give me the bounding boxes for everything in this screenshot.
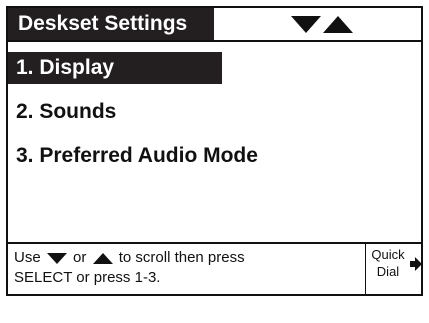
hint-or-text: or xyxy=(73,249,87,266)
settings-screen: Deskset Settings 1. Display 2. Sounds 3.… xyxy=(6,6,423,296)
hint-select-text: SELECT or press 1-3. xyxy=(14,269,161,286)
up-arrow-icon xyxy=(323,15,353,33)
softkey-divider xyxy=(365,244,366,296)
quick-dial-softkey[interactable]: Quick Dial xyxy=(368,246,408,292)
hint-scroll-text: to scroll then press xyxy=(118,249,245,266)
menu-item-preferred-audio-mode[interactable]: 3. Preferred Audio Mode xyxy=(8,140,258,172)
hint-bar: Use or to scroll then press SELECT or pr… xyxy=(8,242,422,296)
softkey-label-line2: Dial xyxy=(376,264,400,279)
hint-text: Use or to scroll then press SELECT or pr… xyxy=(14,248,334,288)
softkey-label-line1: Quick xyxy=(371,247,405,262)
title-bar: Deskset Settings xyxy=(8,8,421,40)
menu-item-display[interactable]: 1. Display xyxy=(8,52,222,84)
down-arrow-icon xyxy=(291,15,321,33)
up-arrow-icon xyxy=(92,252,113,264)
scroll-indicator xyxy=(291,14,353,34)
down-arrow-icon xyxy=(46,252,67,264)
right-arrow-icon xyxy=(410,257,422,271)
menu-item-sounds[interactable]: 2. Sounds xyxy=(8,96,116,128)
page-title: Deskset Settings xyxy=(8,8,214,40)
hint-use-text: Use xyxy=(14,249,41,266)
title-divider xyxy=(8,40,421,42)
